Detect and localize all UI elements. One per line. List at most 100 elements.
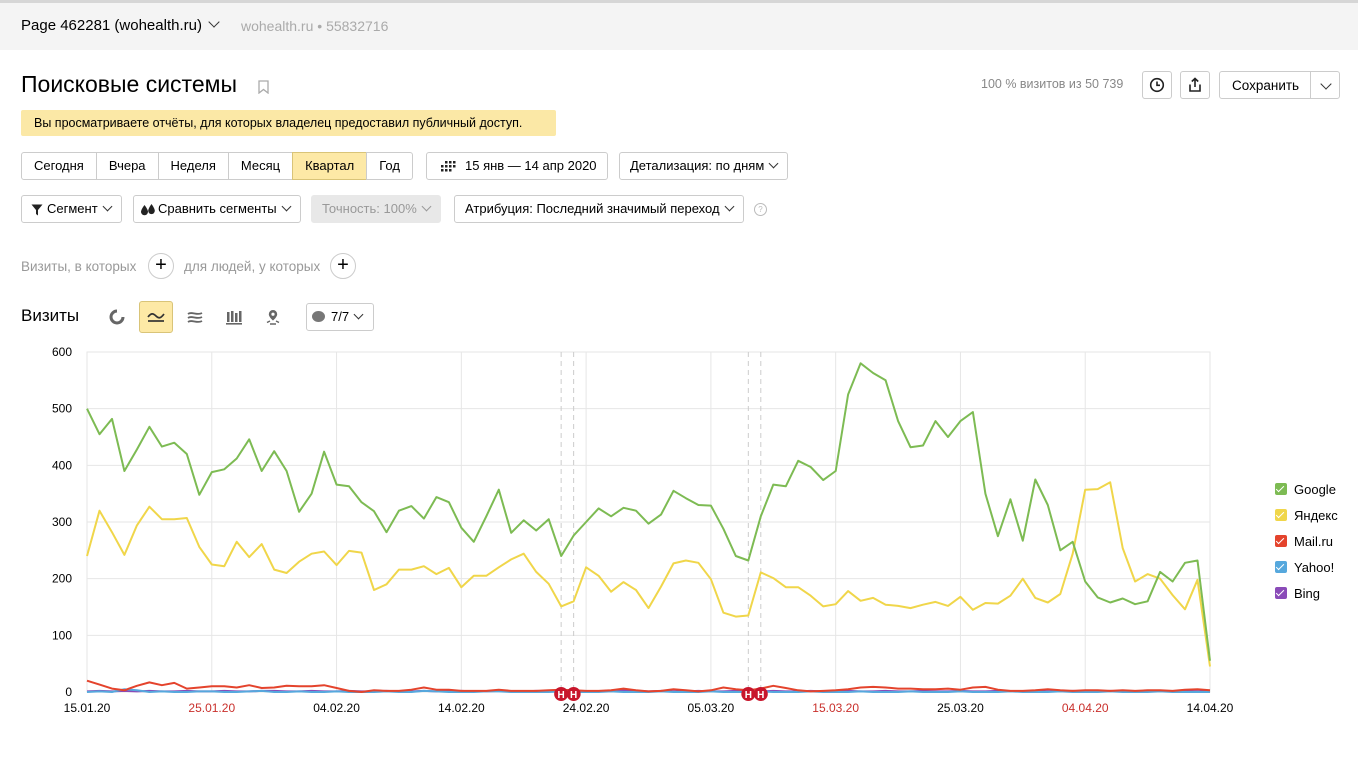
stacked-area-icon [187, 311, 203, 323]
visits-share-text: 100 % визитов из 50 739 [981, 77, 1124, 91]
legend-item[interactable]: Яндекс [1275, 502, 1338, 528]
save-divider [1310, 72, 1311, 98]
legend-item[interactable]: Yahoo! [1275, 554, 1338, 580]
y-tick-label: 200 [52, 572, 72, 586]
y-tick-label: 600 [52, 345, 72, 359]
stacked-area-button[interactable] [178, 301, 212, 333]
legend-checkbox-icon[interactable] [1275, 509, 1287, 521]
chevron-down-icon [208, 16, 220, 28]
holiday-marker-label: Н [570, 690, 577, 701]
period-3-button[interactable]: Месяц [227, 152, 294, 180]
pie-chart-button[interactable] [100, 301, 134, 333]
y-tick-label: 100 [52, 628, 72, 642]
y-tick-label: 300 [52, 515, 72, 529]
public-access-notice: Вы просматриваете отчёты, для которых вл… [21, 110, 556, 136]
comments-selector[interactable]: 7/7 [306, 303, 374, 331]
add-visit-condition-button[interactable]: + [148, 253, 174, 279]
date-range-text: 15 янв — 14 апр 2020 [465, 158, 597, 173]
date-range-picker[interactable]: 15 янв — 14 апр 2020 [426, 152, 608, 180]
legend-item[interactable]: Google [1275, 476, 1338, 502]
legend-item[interactable]: Bing [1275, 580, 1338, 606]
y-tick-label: 400 [52, 458, 72, 472]
legend-label: Yahoo! [1294, 559, 1335, 575]
chevron-down-icon [724, 201, 735, 212]
legend-item[interactable]: Mail.ru [1275, 528, 1338, 554]
accuracy-selector[interactable]: Точность: 100% [311, 195, 441, 223]
map-button[interactable] [256, 301, 290, 333]
holiday-marker-label: Н [558, 690, 565, 701]
bar-chart-icon [226, 310, 242, 325]
page-title: Поисковые системы [21, 71, 237, 97]
help-icon[interactable]: ? [754, 203, 767, 216]
segment-button[interactable]: Сегмент [21, 195, 122, 223]
chevron-down-icon [421, 201, 432, 212]
accuracy-label: Точность: 100% [322, 201, 417, 216]
clock-icon [1149, 77, 1165, 93]
legend-label: Яндекс [1294, 507, 1338, 523]
period-4-button[interactable]: Квартал [292, 152, 368, 180]
export-button[interactable] [1180, 71, 1210, 99]
chevron-down-icon [102, 201, 113, 212]
x-tick-label: 14.02.20 [438, 701, 485, 715]
chevron-down-icon [281, 201, 292, 212]
x-tick-label: 15.01.20 [64, 701, 111, 715]
bookmark-icon[interactable] [258, 80, 269, 94]
series-line-1 [86, 481, 1211, 667]
line-chart-button[interactable] [139, 301, 173, 333]
legend-checkbox-icon[interactable] [1275, 483, 1287, 495]
y-tick-label: 500 [52, 402, 72, 416]
bar-chart-button[interactable] [217, 301, 251, 333]
line-chart-icon [147, 313, 165, 322]
counter-selector[interactable]: Page 462281 (wohealth.ru) [21, 16, 220, 34]
compare-label: Сравнить сегменты [158, 201, 277, 216]
series-line-0 [86, 362, 1211, 661]
calendar-icon [441, 161, 456, 172]
x-tick-label: 14.04.20 [1187, 701, 1234, 715]
period-0-button[interactable]: Сегодня [21, 152, 97, 180]
detail-selector[interactable]: Детализация: по дням [619, 152, 789, 180]
holiday-marker-label: Н [745, 690, 752, 701]
attribution-selector[interactable]: Атрибуция: Последний значимый переход [454, 195, 744, 223]
compare-segments-button[interactable]: Сравнить сегменты [133, 195, 301, 223]
period-2-button[interactable]: Неделя [157, 152, 229, 180]
legend-checkbox-icon[interactable] [1275, 535, 1287, 547]
map-icon [266, 310, 280, 325]
counter-id: 55832716 [326, 18, 389, 34]
site-info: wohealth.ru • 55832716 [241, 18, 388, 34]
visits-condition-label: Визиты, в которых [21, 259, 137, 274]
period-5-button[interactable]: Год [366, 152, 413, 180]
pie-chart-icon [109, 309, 125, 325]
holiday-marker-label: Н [757, 690, 764, 701]
chevron-down-icon[interactable] [1320, 78, 1332, 90]
x-tick-label: 25.03.20 [937, 701, 984, 715]
x-tick-label: 04.02.20 [313, 701, 360, 715]
x-tick-label: 15.03.20 [812, 701, 859, 715]
top-bar: Page 462281 (wohealth.ru) wohealth.ru • … [0, 0, 1358, 50]
history-button[interactable] [1142, 71, 1172, 99]
legend-label: Google [1294, 481, 1336, 497]
detail-label: Детализация: по дням [630, 158, 765, 173]
attribution-label: Атрибуция: Последний значимый переход [465, 201, 720, 216]
legend-label: Mail.ru [1294, 533, 1334, 549]
x-tick-label: 25.01.20 [188, 701, 235, 715]
comment-bubble-icon [312, 311, 325, 322]
add-people-condition-button[interactable]: + [330, 253, 356, 279]
chart-legend: Google Яндекс Mail.ru Yahoo! Bing [1275, 476, 1338, 606]
chevron-down-icon [353, 309, 364, 320]
filter-icon [31, 204, 43, 216]
period-1-button[interactable]: Вчера [95, 152, 159, 180]
save-button[interactable]: Сохранить [1219, 71, 1340, 99]
x-tick-label: 05.03.20 [688, 701, 735, 715]
segment-label: Сегмент [47, 201, 98, 216]
people-condition-label: для людей, у которых [184, 259, 321, 274]
y-tick-label: 0 [65, 685, 72, 699]
x-tick-label: 04.04.20 [1062, 701, 1109, 715]
share-icon [1189, 77, 1201, 92]
chart-title: Визиты [21, 306, 80, 325]
chevron-down-icon [768, 158, 779, 169]
x-tick-label: 24.02.20 [563, 701, 610, 715]
counter-name: Page 462281 (wohealth.ru) [21, 17, 202, 34]
legend-checkbox-icon[interactable] [1275, 561, 1287, 573]
legend-label: Bing [1294, 585, 1321, 601]
legend-checkbox-icon[interactable] [1275, 587, 1287, 599]
